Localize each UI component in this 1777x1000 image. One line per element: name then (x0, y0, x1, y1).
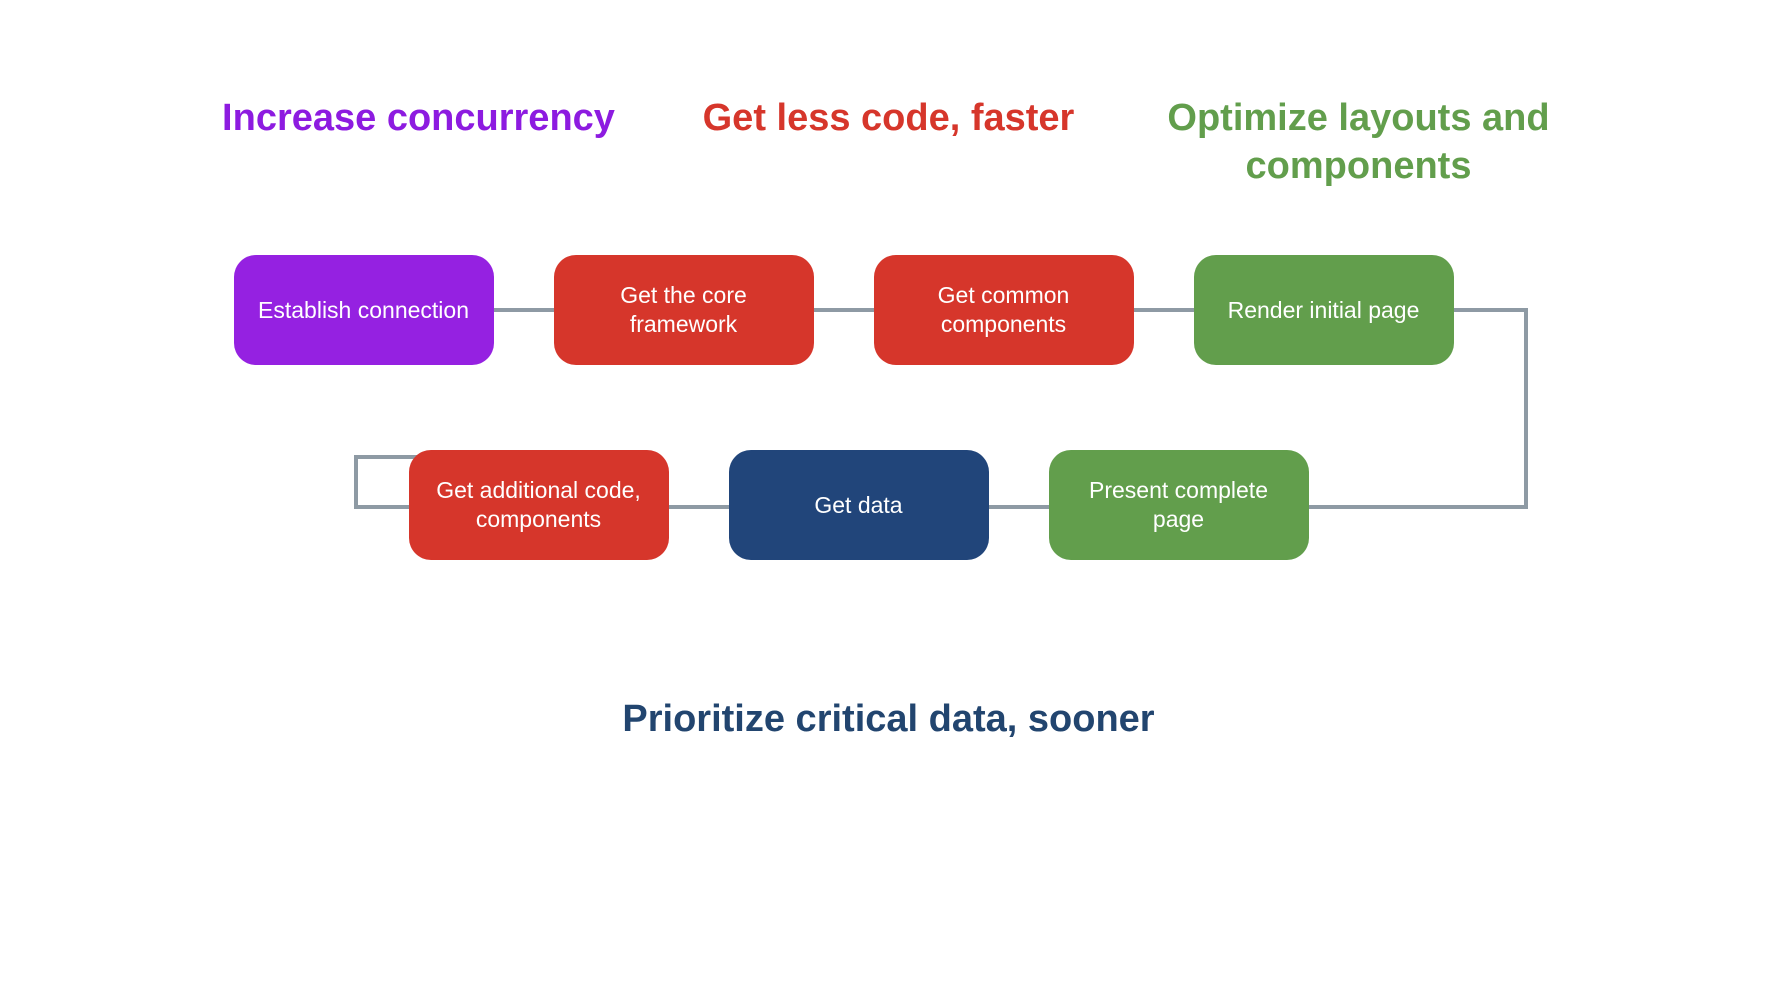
footer-prioritize-critical-data: Prioritize critical data, sooner (0, 695, 1777, 744)
node-present-complete-page: Present complete page (1049, 450, 1309, 560)
header-get-less-code: Get less code, faster (669, 95, 1109, 190)
node-render-initial-page: Render initial page (1194, 255, 1454, 365)
node-get-additional-code: Get additional code, components (409, 450, 669, 560)
header-row: Increase concurrency Get less code, fast… (0, 95, 1777, 190)
header-increase-concurrency: Increase concurrency (199, 95, 639, 190)
connector-right-drop (1524, 308, 1528, 508)
node-get-common-components: Get common components (874, 255, 1134, 365)
node-establish-connection: Establish connection (234, 255, 494, 365)
connector-n4-right (1449, 308, 1528, 312)
flow-diagram: Establish connection Get the core framew… (234, 255, 1544, 615)
footer-text: Prioritize critical data, sooner (622, 698, 1154, 740)
node-get-data: Get data (729, 450, 989, 560)
connector-left-hook-v (354, 455, 358, 509)
header-optimize-layouts: Optimize layouts and components (1139, 95, 1579, 190)
node-get-core-framework: Get the core framework (554, 255, 814, 365)
